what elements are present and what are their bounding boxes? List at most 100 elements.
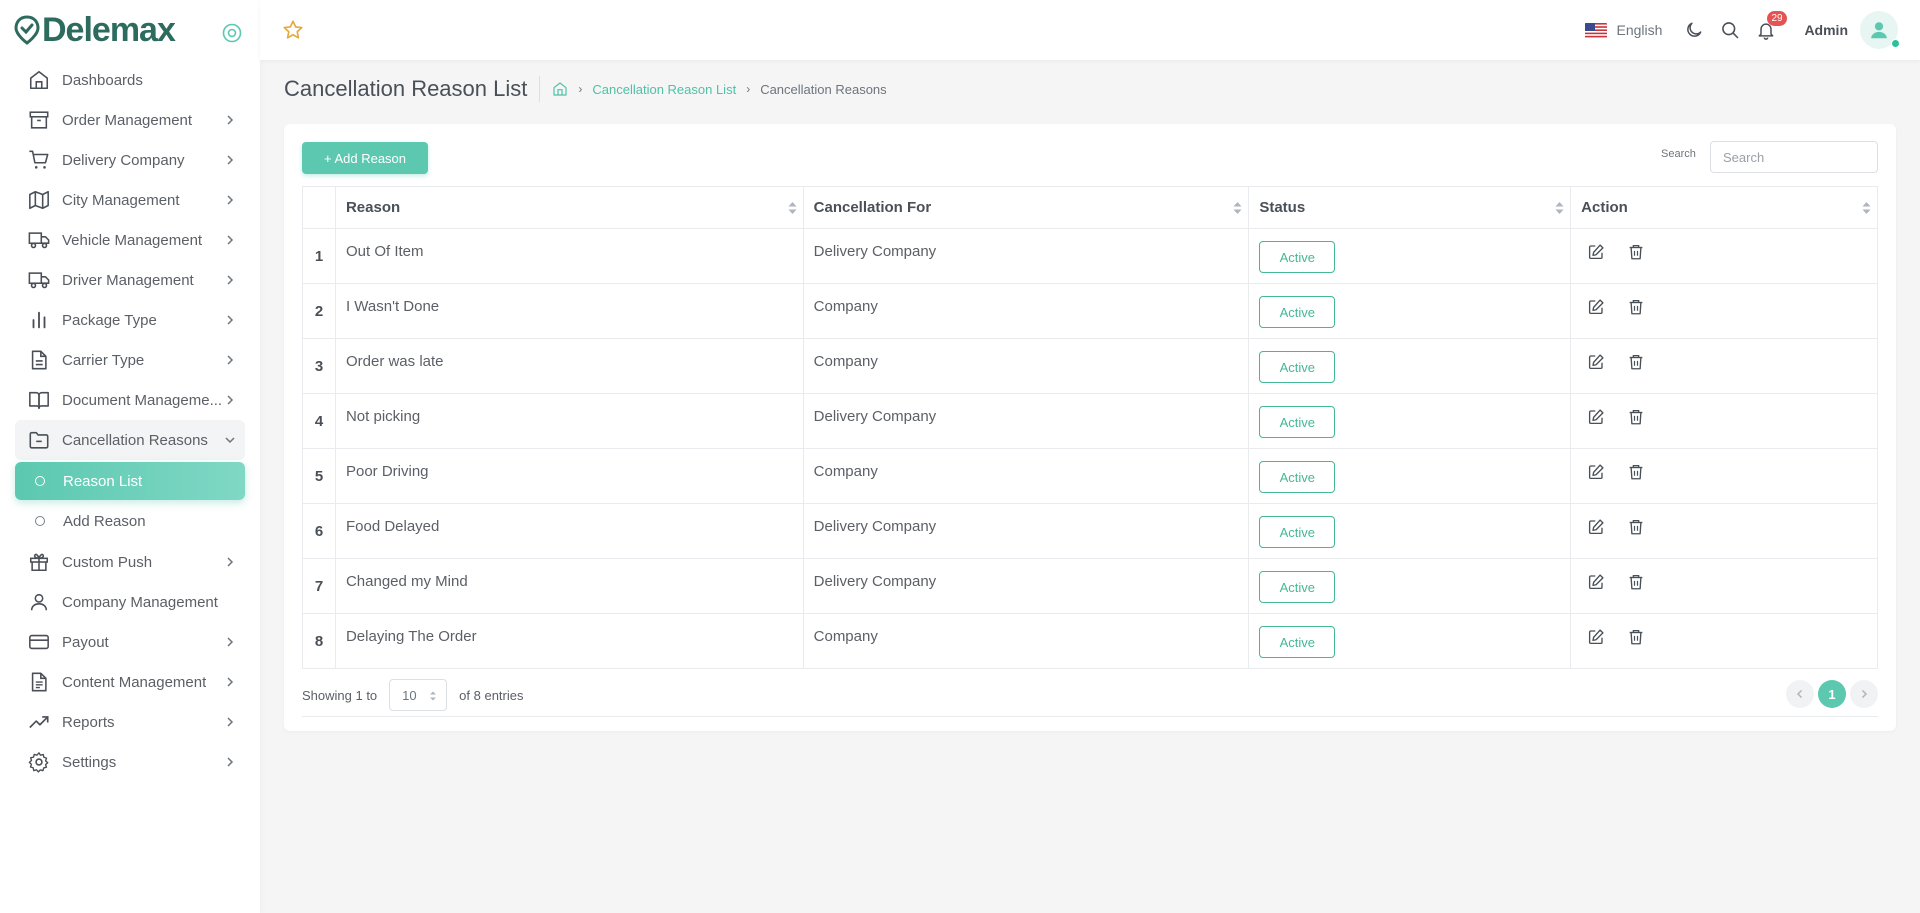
status-button[interactable]: Active <box>1259 516 1336 548</box>
edit-icon[interactable] <box>1587 573 1605 591</box>
table-row: 7 Changed my Mind Delivery Company Active <box>302 558 1878 614</box>
language-selector[interactable]: English <box>1584 22 1662 38</box>
sidebar-item-payout[interactable]: Payout <box>15 622 245 662</box>
search-input[interactable] <box>1710 141 1878 173</box>
notifications-button[interactable]: 29 <box>1756 11 1787 40</box>
settings-icon <box>28 752 49 773</box>
chevron-right-icon <box>227 637 234 647</box>
chevron-right-icon <box>227 677 234 687</box>
trash-icon[interactable] <box>1627 463 1645 481</box>
breadcrumb-link[interactable]: Cancellation Reason List <box>592 82 736 97</box>
sidebar-item-cancellation-reasons[interactable]: Cancellation Reasons <box>15 420 245 460</box>
status-button[interactable]: Active <box>1259 461 1336 493</box>
trash-icon[interactable] <box>1627 573 1645 591</box>
add-reason-button[interactable]: + Add Reason <box>302 142 428 174</box>
edit-icon[interactable] <box>1587 628 1605 646</box>
sidebar-item-vehicle-management[interactable]: Vehicle Management <box>15 220 245 260</box>
sidebar: Delemax Dashboards Order Management Delive… <box>0 0 260 913</box>
chevron-down-icon <box>225 437 235 444</box>
sort-icon[interactable] <box>1862 201 1871 215</box>
home-icon <box>29 70 49 90</box>
previous-page-button[interactable] <box>1786 680 1814 708</box>
sidebar-item-city-management[interactable]: City Management <box>15 180 245 220</box>
sidebar-item-package-type[interactable]: Package Type <box>15 300 245 340</box>
page-button[interactable]: 1 <box>1818 680 1846 708</box>
page-heading: Cancellation Reason List › Cancellation … <box>284 76 887 102</box>
row-index: 8 <box>302 613 336 669</box>
sidebar-item-settings[interactable]: Settings <box>15 742 245 782</box>
column-header-label: Reason <box>345 199 401 216</box>
sidebar-item-driver-management[interactable]: Driver Management <box>15 260 245 300</box>
trash-icon[interactable] <box>1627 243 1645 261</box>
edit-icon[interactable] <box>1587 408 1605 426</box>
breadcrumb: › Cancellation Reason List › Cancellatio… <box>552 81 887 97</box>
star-icon[interactable] <box>282 19 304 41</box>
trash-icon[interactable] <box>1627 408 1645 426</box>
sort-icon[interactable] <box>1555 201 1564 215</box>
status-button[interactable]: Active <box>1259 241 1336 273</box>
online-status-dot <box>1891 39 1900 48</box>
edit-icon[interactable] <box>1587 298 1605 316</box>
circle-icon <box>35 516 45 526</box>
chevron-right-icon <box>1861 689 1868 699</box>
page-length-select[interactable]: 10 <box>389 679 448 711</box>
sidebar-item-reports[interactable]: Reports <box>15 702 245 742</box>
column-header-action[interactable]: Action <box>1570 186 1878 229</box>
sidebar-subitem-reason-list[interactable]: Reason List <box>15 462 245 500</box>
sidebar-item-label: City Management <box>62 191 180 209</box>
user-name[interactable]: Admin <box>1804 22 1848 38</box>
table-row: 8 Delaying The Order Company Active <box>302 613 1878 669</box>
brand-logo[interactable]: Delemax <box>14 11 176 50</box>
cancellation-for-cell: Delivery Company <box>802 503 1250 559</box>
logo-pin-icon <box>14 15 40 45</box>
edit-icon[interactable] <box>1587 463 1605 481</box>
sidebar-item-label: Payout <box>62 633 109 651</box>
sidebar-item-dashboards[interactable]: Dashboards <box>15 60 245 100</box>
trash-icon[interactable] <box>1627 628 1645 646</box>
truck-icon <box>28 232 50 249</box>
search-icon[interactable] <box>1720 20 1740 40</box>
sidebar-item-document-manageme[interactable]: Document Manageme... <box>15 380 245 420</box>
user-avatar-icon <box>1871 22 1887 39</box>
column-header-reason[interactable]: Reason <box>334 186 804 229</box>
column-header-index <box>302 186 336 229</box>
avatar[interactable] <box>1860 11 1900 49</box>
sidebar-item-carrier-type[interactable]: Carrier Type <box>15 340 245 380</box>
edit-icon[interactable] <box>1587 243 1605 261</box>
sidebar-item-label: Company Management <box>62 593 218 611</box>
status-cell: Active <box>1248 558 1572 614</box>
column-header-status[interactable]: Status <box>1248 186 1572 229</box>
moon-icon[interactable] <box>1684 20 1704 40</box>
row-index: 5 <box>302 448 336 504</box>
sidebar-subitem-add-reason[interactable]: Add Reason <box>15 502 245 540</box>
status-button[interactable]: Active <box>1259 406 1336 438</box>
column-header-cancellation-for[interactable]: Cancellation For <box>802 186 1250 229</box>
sidebar-item-delivery-company[interactable]: Delivery Company <box>15 140 245 180</box>
status-button[interactable]: Active <box>1259 351 1336 383</box>
trash-icon[interactable] <box>1627 298 1645 316</box>
sidebar-item-content-management[interactable]: Content Management <box>15 662 245 702</box>
next-page-button[interactable] <box>1850 680 1878 708</box>
trash-icon[interactable] <box>1627 518 1645 536</box>
action-cell <box>1570 558 1878 614</box>
home-icon[interactable] <box>552 81 568 97</box>
status-button[interactable]: Active <box>1259 296 1336 328</box>
edit-icon[interactable] <box>1587 353 1605 371</box>
reason-cell: Changed my Mind <box>334 558 804 614</box>
sidebar-toggle-icon[interactable] <box>222 23 242 43</box>
sort-icon[interactable] <box>788 201 797 215</box>
trash-icon[interactable] <box>1627 353 1645 371</box>
table-body: 1 Out Of Item Delivery Company Active 2 I Was… <box>302 228 1878 669</box>
status-button[interactable]: Active <box>1259 571 1336 603</box>
sidebar-item-order-management[interactable]: Order Management <box>15 100 245 140</box>
chevron-right-icon <box>227 557 234 567</box>
cancellation-for-cell: Company <box>802 283 1250 339</box>
gift-icon <box>29 553 49 572</box>
sidebar-item-custom-push[interactable]: Custom Push <box>15 542 245 582</box>
status-cell: Active <box>1248 228 1572 284</box>
edit-icon[interactable] <box>1587 518 1605 536</box>
sort-icon[interactable] <box>1233 201 1242 215</box>
sidebar-item-label: Delivery Company <box>62 151 185 169</box>
sidebar-item-company-management[interactable]: Company Management <box>15 582 245 622</box>
status-button[interactable]: Active <box>1259 626 1336 658</box>
